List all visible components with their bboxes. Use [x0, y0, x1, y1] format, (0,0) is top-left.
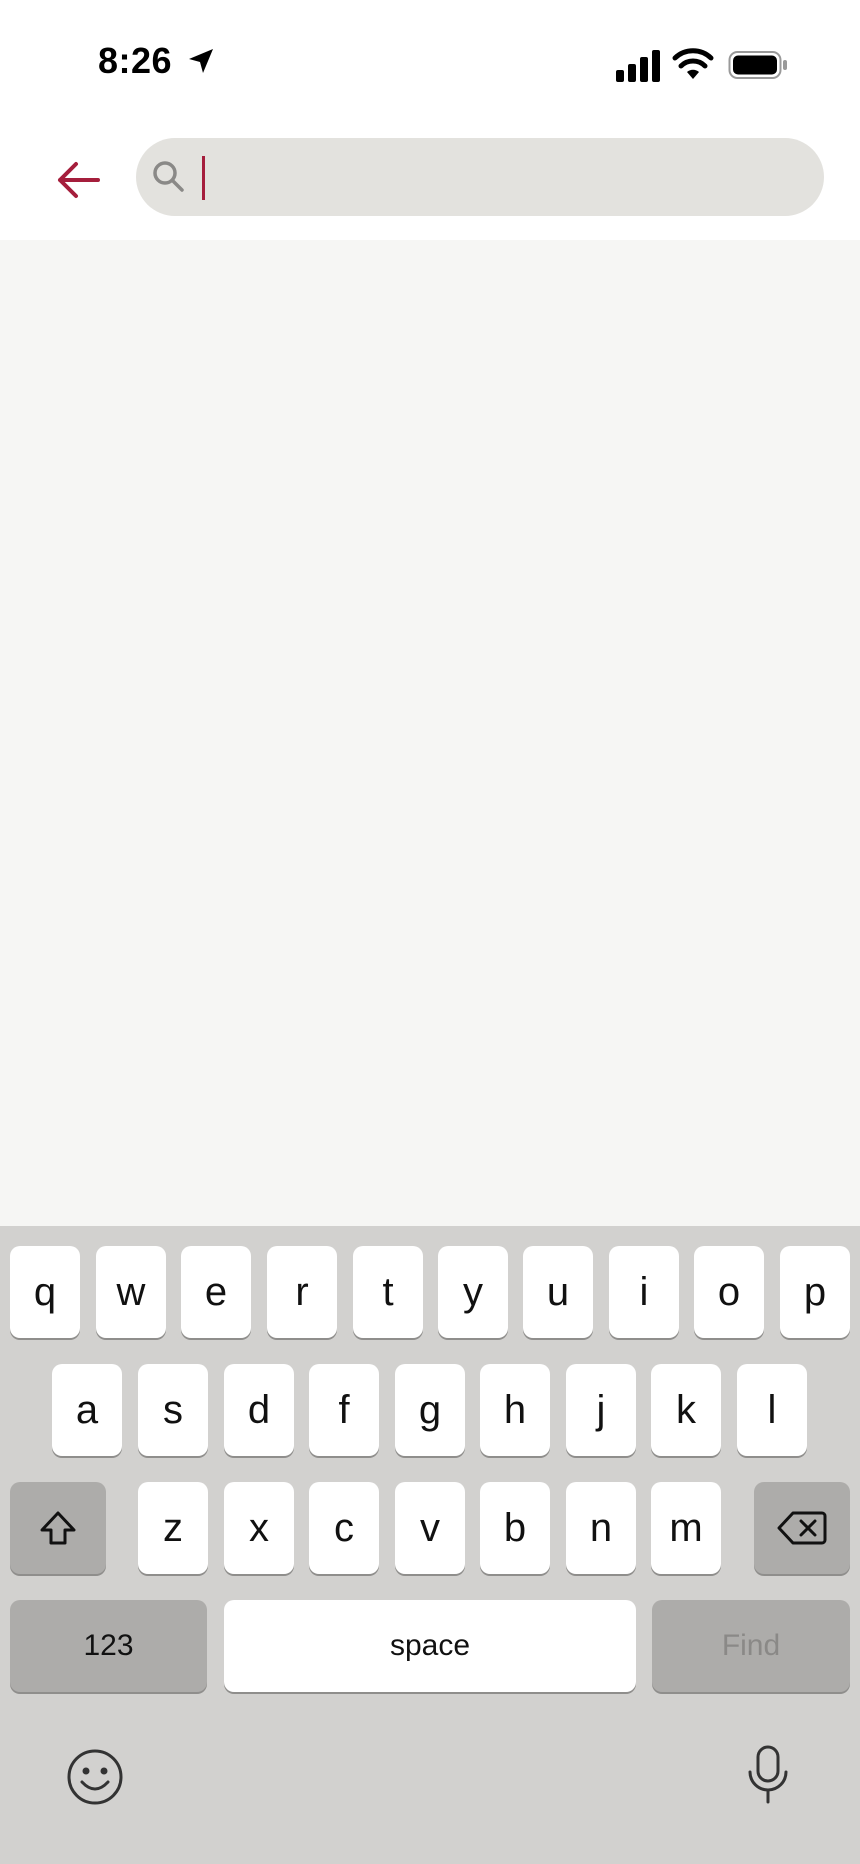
key-z[interactable]: z: [138, 1482, 208, 1574]
find-key[interactable]: Find: [652, 1600, 850, 1692]
key-t[interactable]: t: [353, 1246, 423, 1338]
magnifier-icon: [153, 161, 184, 192]
text-caret: [202, 156, 205, 200]
backspace-icon: [777, 1511, 827, 1545]
cellular-signal-icon: [616, 50, 660, 82]
results-area: [0, 240, 860, 1226]
key-d[interactable]: d: [224, 1364, 294, 1456]
key-f[interactable]: f: [309, 1364, 379, 1456]
key-y[interactable]: y: [438, 1246, 508, 1338]
shift-icon: [40, 1511, 76, 1545]
key-r[interactable]: r: [267, 1246, 337, 1338]
key-x[interactable]: x: [224, 1482, 294, 1574]
status-bar: 8:26: [0, 0, 860, 120]
key-c[interactable]: c: [309, 1482, 379, 1574]
back-button[interactable]: [48, 150, 108, 210]
search-input[interactable]: [198, 146, 802, 210]
arrow-left-icon: [58, 162, 100, 198]
key-m[interactable]: m: [651, 1482, 721, 1574]
location-arrow-icon: [189, 49, 213, 73]
key-h[interactable]: h: [480, 1364, 550, 1456]
numbers-key[interactable]: 123: [10, 1600, 207, 1692]
key-g[interactable]: g: [395, 1364, 465, 1456]
space-key[interactable]: space: [224, 1600, 636, 1692]
microphone-icon[interactable]: [744, 1744, 792, 1806]
key-w[interactable]: w: [96, 1246, 166, 1338]
key-p[interactable]: p: [780, 1246, 850, 1338]
status-time: 8:26: [98, 40, 173, 81]
key-a[interactable]: a: [52, 1364, 122, 1456]
key-k[interactable]: k: [651, 1364, 721, 1456]
emoji-icon[interactable]: [66, 1748, 124, 1806]
backspace-key[interactable]: [754, 1482, 850, 1574]
shift-key[interactable]: [10, 1482, 106, 1574]
key-o[interactable]: o: [694, 1246, 764, 1338]
search-header: [0, 120, 860, 240]
key-n[interactable]: n: [566, 1482, 636, 1574]
key-j[interactable]: j: [566, 1364, 636, 1456]
key-v[interactable]: v: [395, 1482, 465, 1574]
search-bar[interactable]: [136, 138, 824, 216]
key-b[interactable]: b: [480, 1482, 550, 1574]
key-s[interactable]: s: [138, 1364, 208, 1456]
key-l[interactable]: l: [737, 1364, 807, 1456]
key-e[interactable]: e: [181, 1246, 251, 1338]
key-q[interactable]: q: [10, 1246, 80, 1338]
battery-icon: [728, 51, 787, 79]
onscreen-keyboard: q w e r t y u i o p a s d f g h j k l z …: [0, 1226, 860, 1864]
wifi-icon: [672, 48, 714, 79]
key-i[interactable]: i: [609, 1246, 679, 1338]
key-u[interactable]: u: [523, 1246, 593, 1338]
